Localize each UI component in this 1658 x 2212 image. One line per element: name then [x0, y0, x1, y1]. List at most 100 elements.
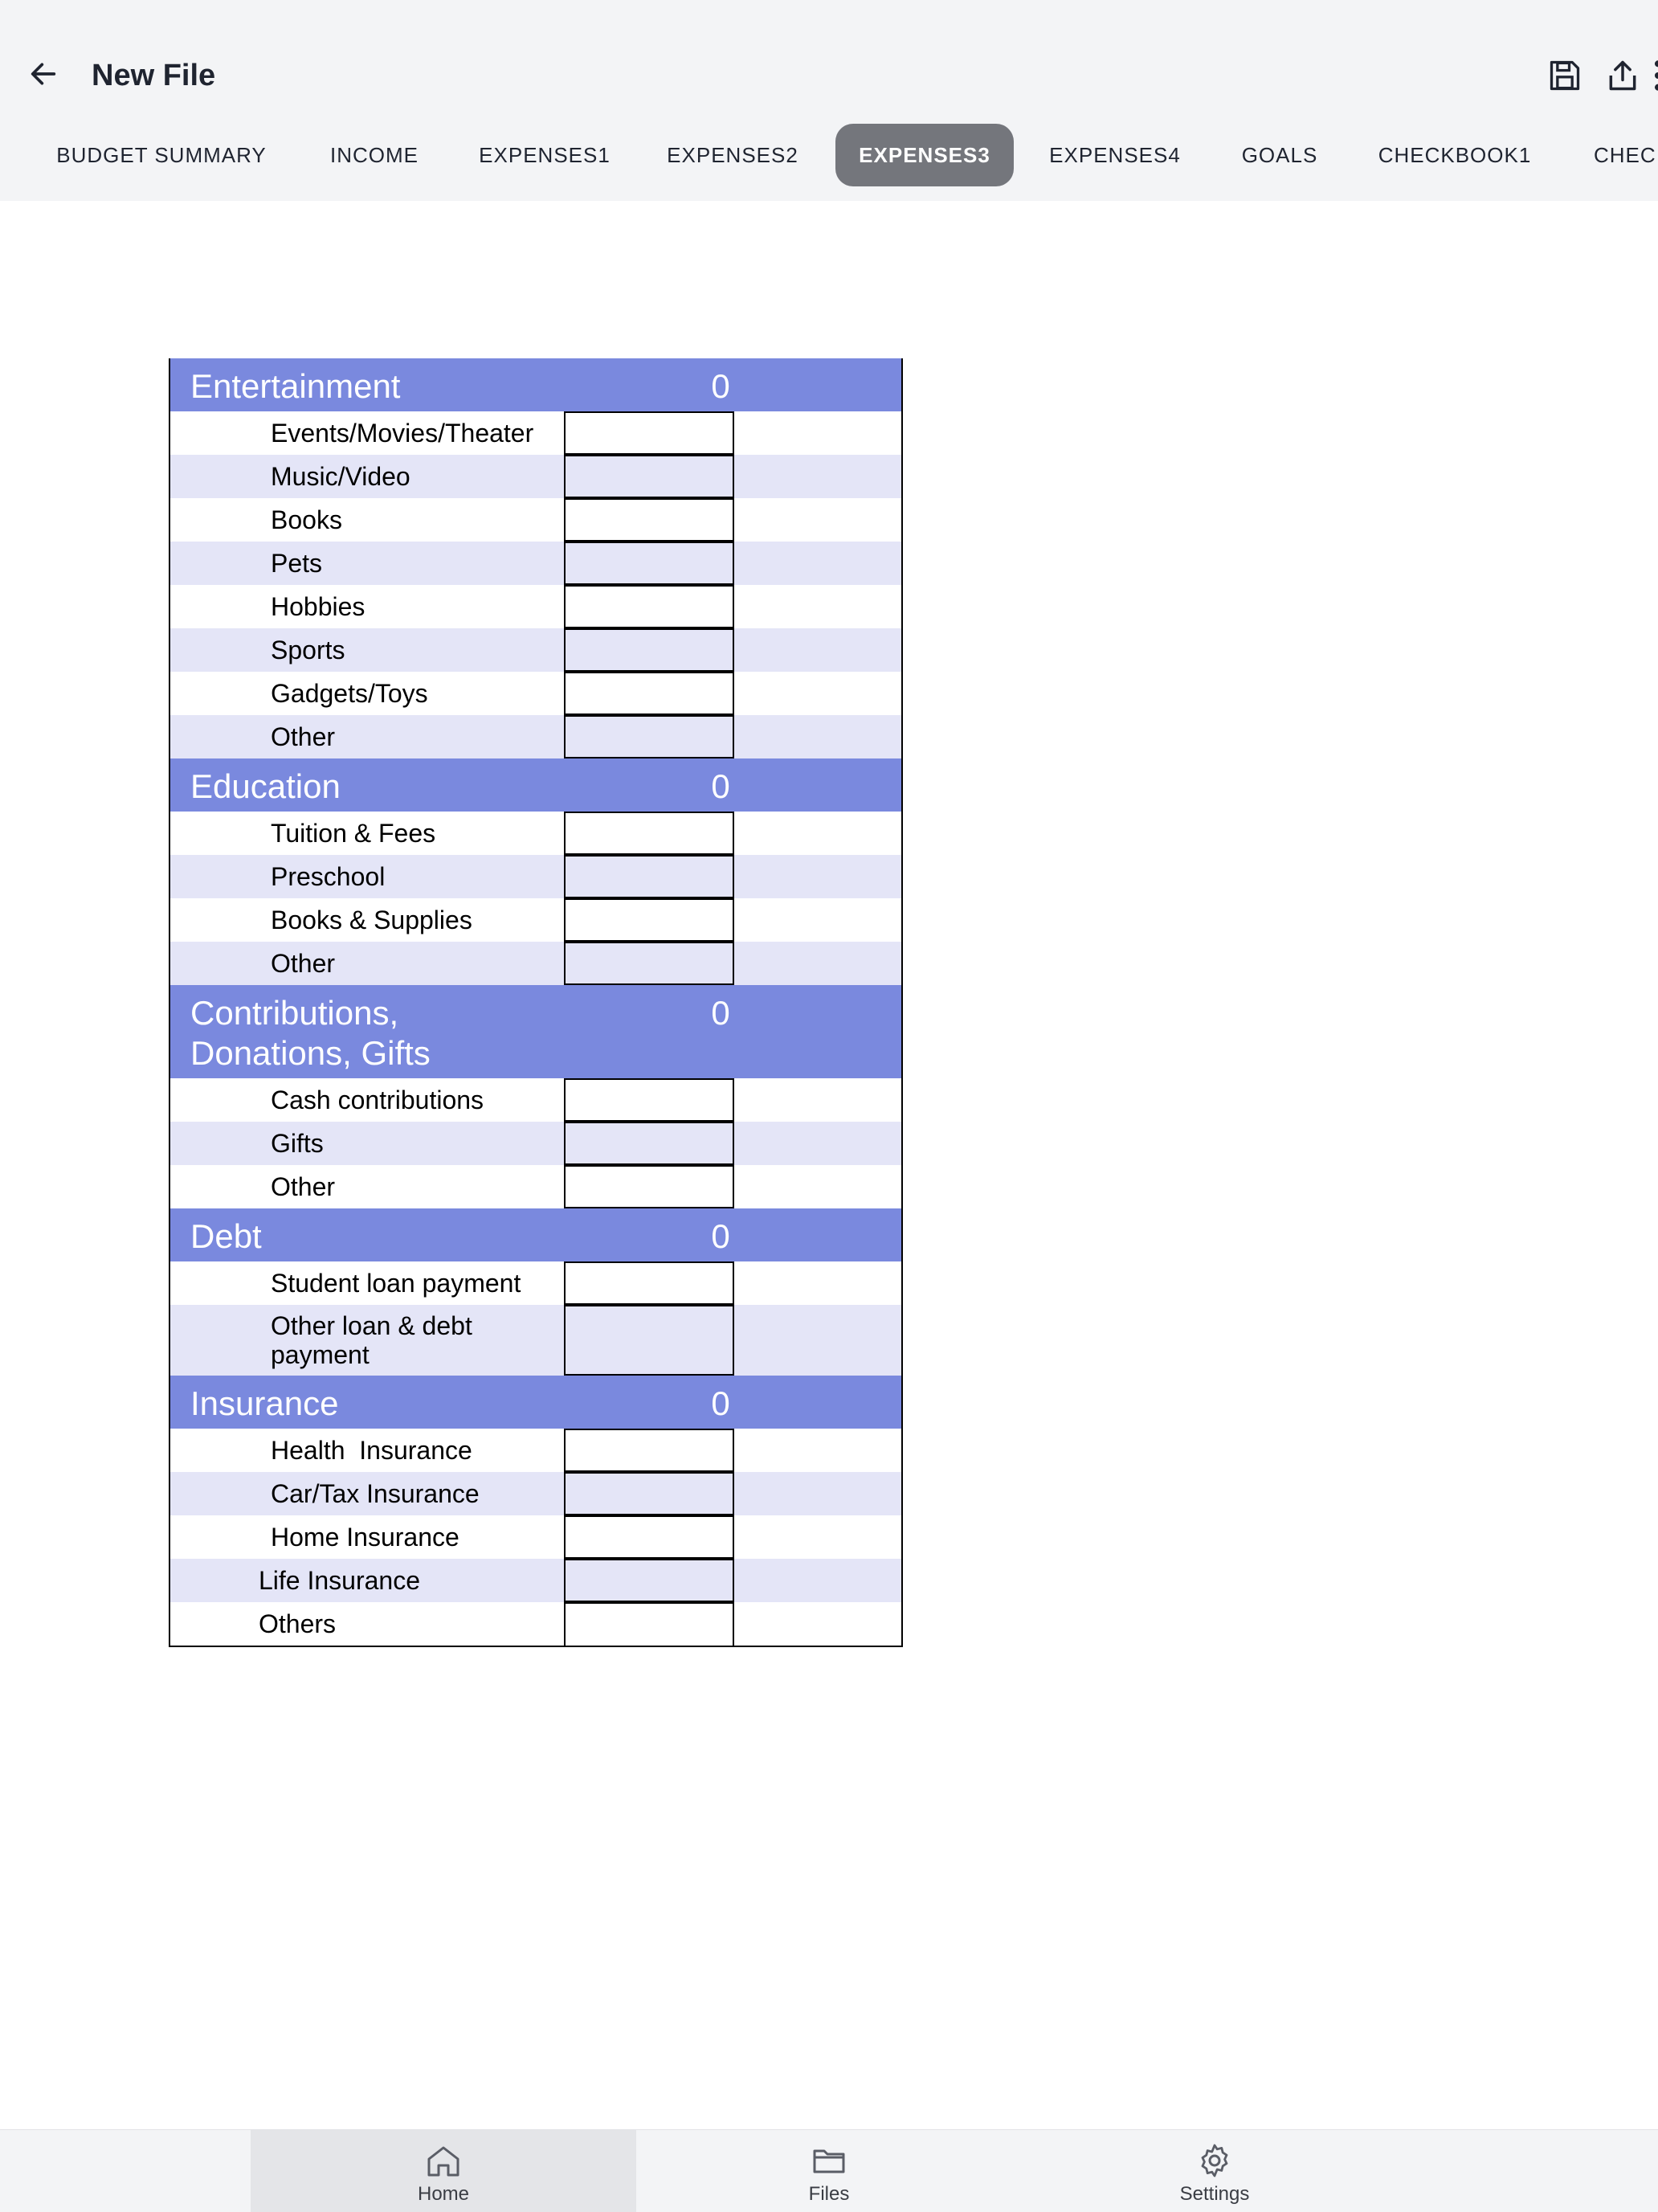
- row-label: Music/Video: [271, 462, 410, 491]
- table-row: Cash contributions: [170, 1078, 901, 1122]
- tab-income[interactable]: INCOME: [310, 124, 439, 186]
- amount-cell[interactable]: [564, 585, 734, 628]
- spare-cell[interactable]: [734, 942, 901, 985]
- table-row: Other loan & debt payment: [170, 1305, 901, 1376]
- section-title: Insurance: [190, 1384, 339, 1422]
- spare-cell[interactable]: [734, 585, 901, 628]
- amount-cell[interactable]: [564, 455, 734, 498]
- save-button[interactable]: [1542, 53, 1587, 98]
- table-row: Car/Tax Insurance: [170, 1472, 901, 1515]
- amount-cell[interactable]: [564, 898, 734, 942]
- amount-cell[interactable]: [564, 411, 734, 455]
- nav-home[interactable]: Home: [251, 2130, 636, 2212]
- amount-cell[interactable]: [564, 1559, 734, 1602]
- row-label: Books & Supplies: [271, 906, 472, 934]
- tab-goals[interactable]: GOALS: [1221, 124, 1338, 186]
- tab-expenses2[interactable]: EXPENSES2: [651, 124, 815, 186]
- amount-cell[interactable]: [564, 855, 734, 898]
- spare-cell[interactable]: [734, 1559, 901, 1602]
- spare-cell[interactable]: [734, 1515, 901, 1559]
- save-icon: [1550, 60, 1580, 91]
- nav-label: Settings: [1179, 2183, 1250, 2205]
- table-row: Health Insurance: [170, 1429, 901, 1472]
- amount-cell[interactable]: [564, 1261, 734, 1305]
- spare-cell[interactable]: [734, 411, 901, 455]
- amount-cell[interactable]: [564, 542, 734, 585]
- spare-cell[interactable]: [734, 715, 901, 758]
- table-row: Books & Supplies: [170, 898, 901, 942]
- amount-cell[interactable]: [564, 942, 734, 985]
- nav-settings[interactable]: Settings: [1022, 2130, 1407, 2212]
- section-total: 0: [711, 767, 730, 805]
- amount-cell[interactable]: [564, 715, 734, 758]
- spare-cell[interactable]: [734, 1472, 901, 1515]
- row-label: Home Insurance: [271, 1523, 459, 1552]
- spare-cell[interactable]: [734, 1078, 901, 1122]
- section-header-insurance: Insurance 0: [170, 1376, 901, 1429]
- amount-cell[interactable]: [564, 1122, 734, 1165]
- row-label: Life Insurance: [259, 1566, 421, 1595]
- bottom-navigation: Home Files Settings: [0, 2129, 1658, 2212]
- amount-cell[interactable]: [564, 1429, 734, 1472]
- table-row: Others: [170, 1602, 901, 1646]
- spare-cell[interactable]: [734, 1165, 901, 1208]
- amount-cell[interactable]: [564, 1305, 734, 1376]
- more-button[interactable]: [1642, 53, 1658, 98]
- spare-cell[interactable]: [734, 855, 901, 898]
- tab-checkbook2[interactable]: CHEC: [1573, 124, 1658, 186]
- spare-cell[interactable]: [734, 1602, 901, 1646]
- section-total: 0: [711, 994, 730, 1032]
- page-title: New File: [92, 59, 216, 92]
- row-label: Hobbies: [271, 592, 365, 621]
- section-title: Education: [190, 767, 341, 805]
- amount-cell[interactable]: [564, 1602, 734, 1646]
- share-button[interactable]: [1600, 53, 1645, 98]
- table-row: Other: [170, 1165, 901, 1208]
- row-label: Student loan payment: [271, 1269, 521, 1298]
- arrow-back-icon: [31, 63, 56, 85]
- sheet-tabs: BUDGET SUMMARY INCOME EXPENSES1 EXPENSES…: [0, 124, 1658, 188]
- spare-cell[interactable]: [734, 1429, 901, 1472]
- amount-cell[interactable]: [564, 1515, 734, 1559]
- amount-cell[interactable]: [564, 672, 734, 715]
- back-button[interactable]: [22, 53, 64, 95]
- tab-expenses3[interactable]: EXPENSES3: [835, 124, 1014, 186]
- amount-cell[interactable]: [564, 1472, 734, 1515]
- spare-cell[interactable]: [734, 542, 901, 585]
- tab-expenses4[interactable]: EXPENSES4: [1036, 124, 1194, 186]
- amount-cell[interactable]: [564, 1078, 734, 1122]
- nav-label: Home: [417, 2183, 470, 2205]
- amount-cell[interactable]: [564, 498, 734, 542]
- spare-cell[interactable]: [734, 1122, 901, 1165]
- table-row: Sports: [170, 628, 901, 672]
- amount-cell[interactable]: [564, 628, 734, 672]
- spare-cell[interactable]: [734, 455, 901, 498]
- section-title: Entertainment: [190, 367, 401, 405]
- row-label: Other loan & debt payment: [271, 1311, 472, 1369]
- section-header-entertainment: Entertainment 0: [170, 358, 901, 411]
- spare-cell[interactable]: [734, 812, 901, 855]
- nav-files[interactable]: Files: [636, 2130, 1022, 2212]
- spare-cell[interactable]: [734, 1305, 901, 1376]
- amount-cell[interactable]: [564, 812, 734, 855]
- folder-icon: [813, 2149, 845, 2173]
- tab-checkbook1[interactable]: CHECKBOOK1: [1366, 124, 1544, 186]
- row-label: Cash contributions: [271, 1086, 484, 1114]
- table-row: Other: [170, 942, 901, 985]
- row-label: Events/Movies/Theater: [271, 419, 534, 448]
- spare-cell[interactable]: [734, 898, 901, 942]
- section-title: Contributions, Donations, Gifts: [190, 994, 431, 1072]
- table-row: Music/Video: [170, 455, 901, 498]
- spare-cell[interactable]: [734, 1261, 901, 1305]
- spare-cell[interactable]: [734, 498, 901, 542]
- tab-expenses1[interactable]: EXPENSES1: [464, 124, 625, 186]
- home-icon: [427, 2146, 459, 2177]
- amount-cell[interactable]: [564, 1165, 734, 1208]
- table-row: Hobbies: [170, 585, 901, 628]
- section-title: Debt: [190, 1217, 262, 1255]
- share-icon: [1609, 60, 1636, 91]
- row-label: Gadgets/Toys: [271, 679, 428, 708]
- spare-cell[interactable]: [734, 672, 901, 715]
- spare-cell[interactable]: [734, 628, 901, 672]
- tab-budget-summary[interactable]: BUDGET SUMMARY: [39, 124, 284, 186]
